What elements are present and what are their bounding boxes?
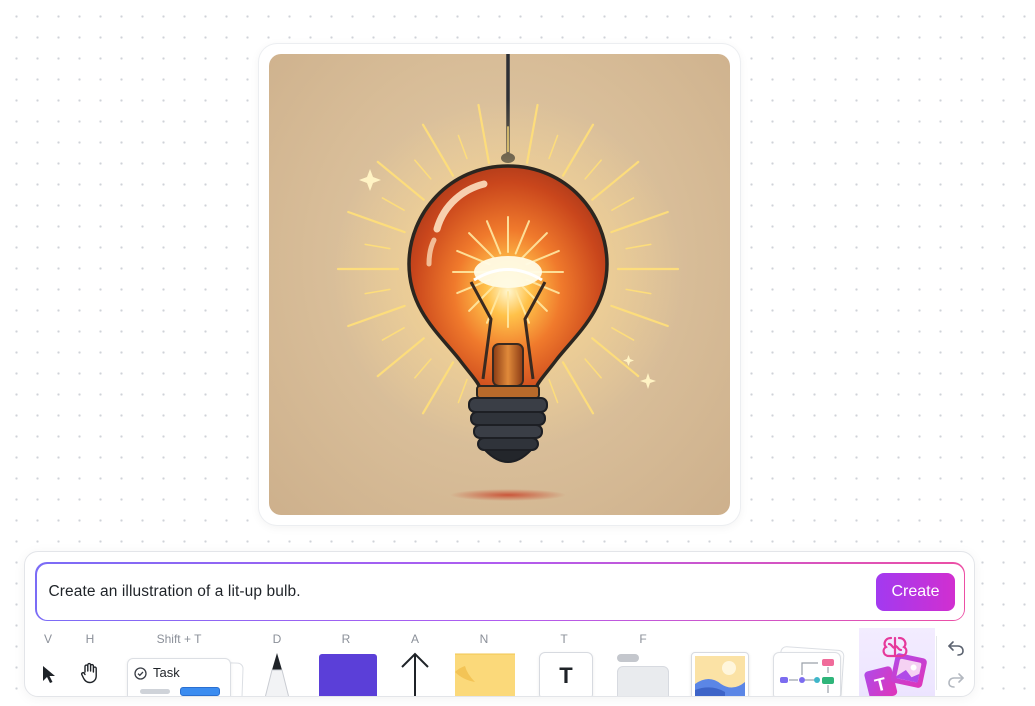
tool-pen[interactable]: D <box>257 628 297 696</box>
generated-image-card[interactable] <box>259 44 740 525</box>
tool-ai[interactable]: T <box>859 628 935 696</box>
ai-prompt-panel: Create an illustration of a lit-up bulb.… <box>24 551 975 697</box>
shortcut-label: T <box>560 632 568 646</box>
tool-rectangle[interactable]: R <box>315 628 377 696</box>
rectangle-icon <box>319 654 377 696</box>
check-circle-icon <box>134 667 147 680</box>
task-label: Task <box>153 665 180 680</box>
arrow-icon <box>401 652 429 696</box>
tool-frame[interactable]: F <box>613 628 673 696</box>
prompt-box[interactable]: Create an illustration of a lit-up bulb.… <box>35 562 965 621</box>
ai-brain-icon: T <box>864 636 927 696</box>
tool-image[interactable] <box>689 628 749 696</box>
lightbulb-illustration <box>333 54 683 501</box>
tool-text[interactable]: T T <box>535 628 593 696</box>
frame-icon <box>617 666 669 696</box>
tool-sticky-note[interactable]: N <box>451 628 517 696</box>
whiteboard-toolbar: V H Shift + T Task D R A N T T F T <box>25 628 974 696</box>
tool-arrow[interactable]: A <box>395 628 435 696</box>
image-icon <box>691 652 749 696</box>
tool-select[interactable]: V <box>33 628 63 696</box>
undo-icon[interactable] <box>947 640 965 656</box>
tool-hand[interactable]: H <box>73 628 107 696</box>
pen-icon <box>264 653 290 696</box>
generated-image <box>269 54 730 515</box>
shortcut-label: F <box>639 632 647 646</box>
mindmap-icon <box>773 652 841 696</box>
redo-icon[interactable] <box>947 672 965 688</box>
shortcut-label: H <box>85 632 95 646</box>
shortcut-label: A <box>410 632 419 646</box>
text-icon: T <box>539 652 593 696</box>
tool-templates[interactable] <box>771 628 845 696</box>
shortcut-label: D <box>272 632 282 646</box>
shortcut-label: Shift + T <box>156 632 202 646</box>
shortcut-label: R <box>341 632 351 646</box>
tool-task[interactable]: Shift + T Task <box>123 628 244 696</box>
prompt-input[interactable]: Create an illustration of a lit-up bulb. <box>49 583 877 601</box>
cursor-icon <box>43 666 55 683</box>
shortcut-label: N <box>479 632 489 646</box>
task-card-icon: Task <box>127 658 231 696</box>
sticky-note-icon <box>455 653 515 696</box>
toolbar-divider <box>936 636 937 690</box>
shortcut-label: V <box>43 632 52 646</box>
create-button[interactable]: Create <box>876 572 955 611</box>
hand-icon <box>81 662 97 684</box>
